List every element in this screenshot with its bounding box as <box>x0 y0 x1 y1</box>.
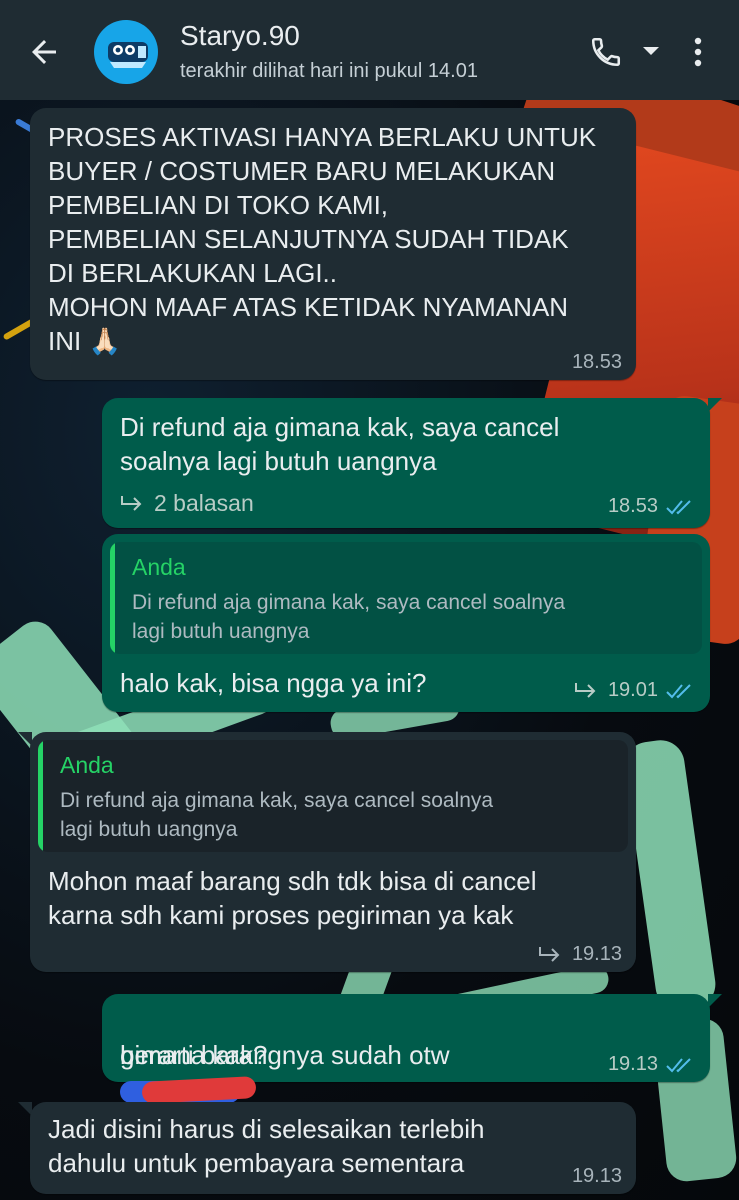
read-ticks-icon <box>666 683 691 698</box>
quote-author: Anda <box>132 554 186 580</box>
quoted-message[interactable]: Anda Di refund aja gimana kak, saya canc… <box>110 542 702 654</box>
contact-name[interactable]: Staryo.90 <box>180 20 300 52</box>
read-ticks-icon <box>666 499 691 514</box>
avatar[interactable] <box>94 20 158 84</box>
message-text: PROSES AKTIVASI HANYA BERLAKU UNTUK BUYE… <box>48 122 597 356</box>
message-bubble-outgoing[interactable]: Di refund aja gimana kak, saya cancel so… <box>102 398 710 528</box>
message-text: Di refund aja gimana kak, saya cancel so… <box>120 412 560 476</box>
quote-accent-bar <box>38 740 43 852</box>
message-bubble-incoming[interactable]: Anda Di refund aja gimana kak, saya canc… <box>30 732 636 972</box>
message-bubble-outgoing[interactable]: Anda Di refund aja gimana kak, saya canc… <box>102 534 710 712</box>
message-time: 19.13 <box>607 1053 658 1075</box>
read-ticks-icon <box>666 1057 691 1072</box>
message-text: Mohon maaf barang sdh tdk bisa di cancel… <box>48 866 537 930</box>
message-text: Jadi disini harus di selesaikan terlebih… <box>48 1114 485 1178</box>
bubble-tail <box>708 398 722 412</box>
forwarded-reply-icon <box>574 682 596 698</box>
message-time: 18.53 <box>571 351 622 373</box>
quoted-message[interactable]: Anda Di refund aja gimana kak, saya canc… <box>38 740 628 852</box>
forwarded-reply-icon <box>538 946 560 962</box>
message-bubble-incoming[interactable]: PROSES AKTIVASI HANYA BERLAKU UNTUK BUYE… <box>30 108 636 380</box>
quote-accent-bar <box>110 542 115 654</box>
back-arrow-icon[interactable] <box>22 30 66 74</box>
message-text-line2: gimana kak? <box>120 1040 268 1070</box>
last-seen-status: terakhir dilihat hari ini pukul 14.01 <box>180 60 478 82</box>
more-vert-icon[interactable] <box>680 30 716 74</box>
phone-icon[interactable] <box>584 30 628 74</box>
message-time: 19.13 <box>571 1165 622 1187</box>
chat-header: Staryo.90 terakhir dilihat hari ini puku… <box>0 0 739 100</box>
message-time: 18.53 <box>607 495 658 517</box>
quote-author: Anda <box>60 752 114 778</box>
quote-text: Di refund aja gimana kak, saya cancel so… <box>132 591 566 643</box>
replies-count: 2 balasan <box>154 490 254 516</box>
bubble-tail <box>708 994 722 1008</box>
quote-text: Di refund aja gimana kak, saya cancel so… <box>60 789 494 841</box>
dropdown-caret-icon[interactable] <box>638 36 664 66</box>
message-time: 19.13 <box>571 943 622 965</box>
message-time: 19.01 <box>607 679 658 701</box>
message-bubble-outgoing[interactable]: berarti barangnya sudah otw atau gimana … <box>102 994 710 1138</box>
redaction-scribble <box>120 1076 257 1105</box>
replies-link[interactable]: 2 balasan <box>120 490 254 517</box>
message-text: halo kak, bisa ngga ya ini? <box>120 668 427 698</box>
reply-arrow-icon <box>121 495 142 511</box>
message-bubble-incoming[interactable]: Jadi disini harus di selesaikan terlebih… <box>30 1102 636 1194</box>
